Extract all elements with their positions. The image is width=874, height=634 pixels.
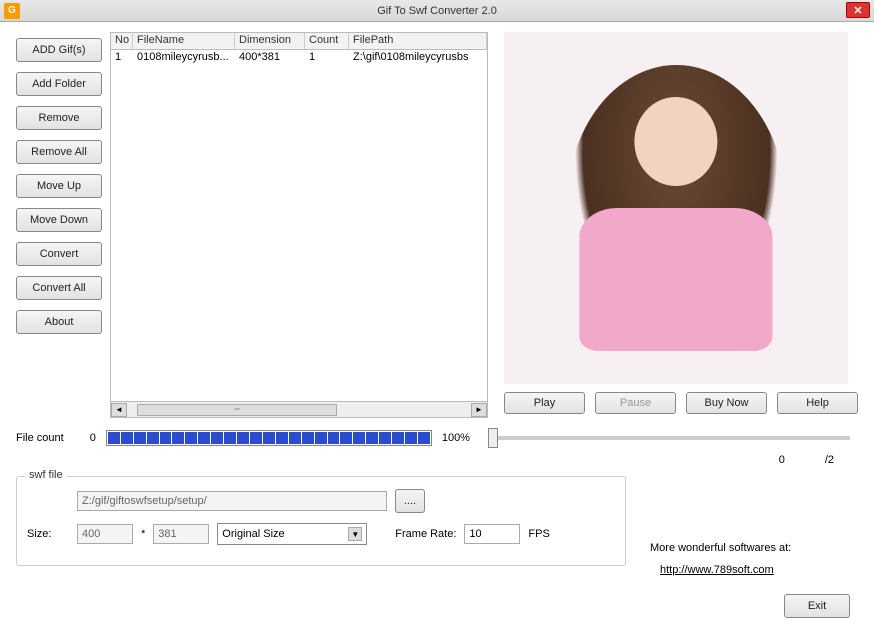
browse-button[interactable]: .... <box>395 489 425 513</box>
header-filename[interactable]: FileName <box>133 33 235 49</box>
cell-no: 1 <box>111 50 133 66</box>
preview-image <box>504 32 848 384</box>
cell-filepath: Z:\gif\0108mileycyrusbs <box>349 50 487 66</box>
table-row[interactable]: 1 0108mileycyrusb... 400*381 1 Z:\gif\01… <box>111 50 487 66</box>
size-mode-value: Original Size <box>222 528 284 540</box>
move-up-button[interactable]: Move Up <box>16 174 102 198</box>
chevron-down-icon: ▼ <box>348 527 362 541</box>
convert-all-button[interactable]: Convert All <box>16 276 102 300</box>
pause-button[interactable]: Pause <box>595 392 676 414</box>
progress-bar <box>106 430 432 446</box>
framerate-label: Frame Rate: <box>395 528 456 540</box>
list-body[interactable]: 1 0108mileycyrusb... 400*381 1 Z:\gif\01… <box>110 50 488 402</box>
close-icon[interactable]: ✕ <box>846 2 870 18</box>
play-button[interactable]: Play <box>504 392 585 414</box>
size-label: Size: <box>27 528 69 540</box>
list-header: No FileName Dimension Count FilePath <box>110 32 488 50</box>
add-gifs-button[interactable]: ADD Gif(s) <box>16 38 102 62</box>
exit-button[interactable]: Exit <box>784 594 850 618</box>
remove-all-button[interactable]: Remove All <box>16 140 102 164</box>
preview-panel: Play Pause Buy Now Help <box>504 32 858 418</box>
more-label: More wonderful softwares at: <box>650 542 850 554</box>
height-input[interactable] <box>153 524 209 544</box>
software-link[interactable]: http://www.789soft.com <box>660 564 774 576</box>
horizontal-scrollbar[interactable]: ◄ ═ ► <box>110 402 488 418</box>
about-button[interactable]: About <box>16 310 102 334</box>
header-dimension[interactable]: Dimension <box>235 33 305 49</box>
total-frames: /2 <box>825 454 834 466</box>
swf-legend: swf file <box>25 469 67 481</box>
buy-now-button[interactable]: Buy Now <box>686 392 767 414</box>
scroll-right-icon[interactable]: ► <box>471 403 487 417</box>
cell-count: 1 <box>305 50 349 66</box>
header-count[interactable]: Count <box>305 33 349 49</box>
frame-slider[interactable] <box>488 436 850 440</box>
width-input[interactable] <box>77 524 133 544</box>
framerate-input[interactable] <box>464 524 520 544</box>
file-count-label: File count <box>16 432 64 444</box>
remove-button[interactable]: Remove <box>16 106 102 130</box>
header-no[interactable]: No <box>111 33 133 49</box>
cell-filename: 0108mileycyrusb... <box>133 50 235 66</box>
titlebar: G Gif To Swf Converter 2.0 ✕ <box>0 0 874 22</box>
more-software: More wonderful softwares at: http://www.… <box>650 542 850 576</box>
help-button[interactable]: Help <box>777 392 858 414</box>
add-folder-button[interactable]: Add Folder <box>16 72 102 96</box>
window-title: Gif To Swf Converter 2.0 <box>377 5 497 17</box>
move-down-button[interactable]: Move Down <box>16 208 102 232</box>
fps-label: FPS <box>528 528 549 540</box>
app-icon: G <box>4 3 20 19</box>
cell-dimension: 400*381 <box>235 50 305 66</box>
file-list: No FileName Dimension Count FilePath 1 0… <box>110 32 488 418</box>
scroll-left-icon[interactable]: ◄ <box>111 403 127 417</box>
scroll-thumb[interactable]: ═ <box>137 404 337 416</box>
current-frame: 0 <box>779 454 785 466</box>
size-mode-select[interactable]: Original Size ▼ <box>217 523 367 545</box>
progress-percent: 100% <box>442 432 470 444</box>
output-path-input[interactable] <box>77 491 387 511</box>
slider-thumb[interactable] <box>488 428 498 448</box>
convert-button[interactable]: Convert <box>16 242 102 266</box>
times-symbol: * <box>141 528 145 540</box>
swf-file-group: swf file .... Size: * Original Size ▼ Fr… <box>16 476 626 566</box>
header-filepath[interactable]: FilePath <box>349 33 487 49</box>
file-count-value: 0 <box>90 432 96 444</box>
sidebar: ADD Gif(s) Add Folder Remove Remove All … <box>16 32 102 418</box>
